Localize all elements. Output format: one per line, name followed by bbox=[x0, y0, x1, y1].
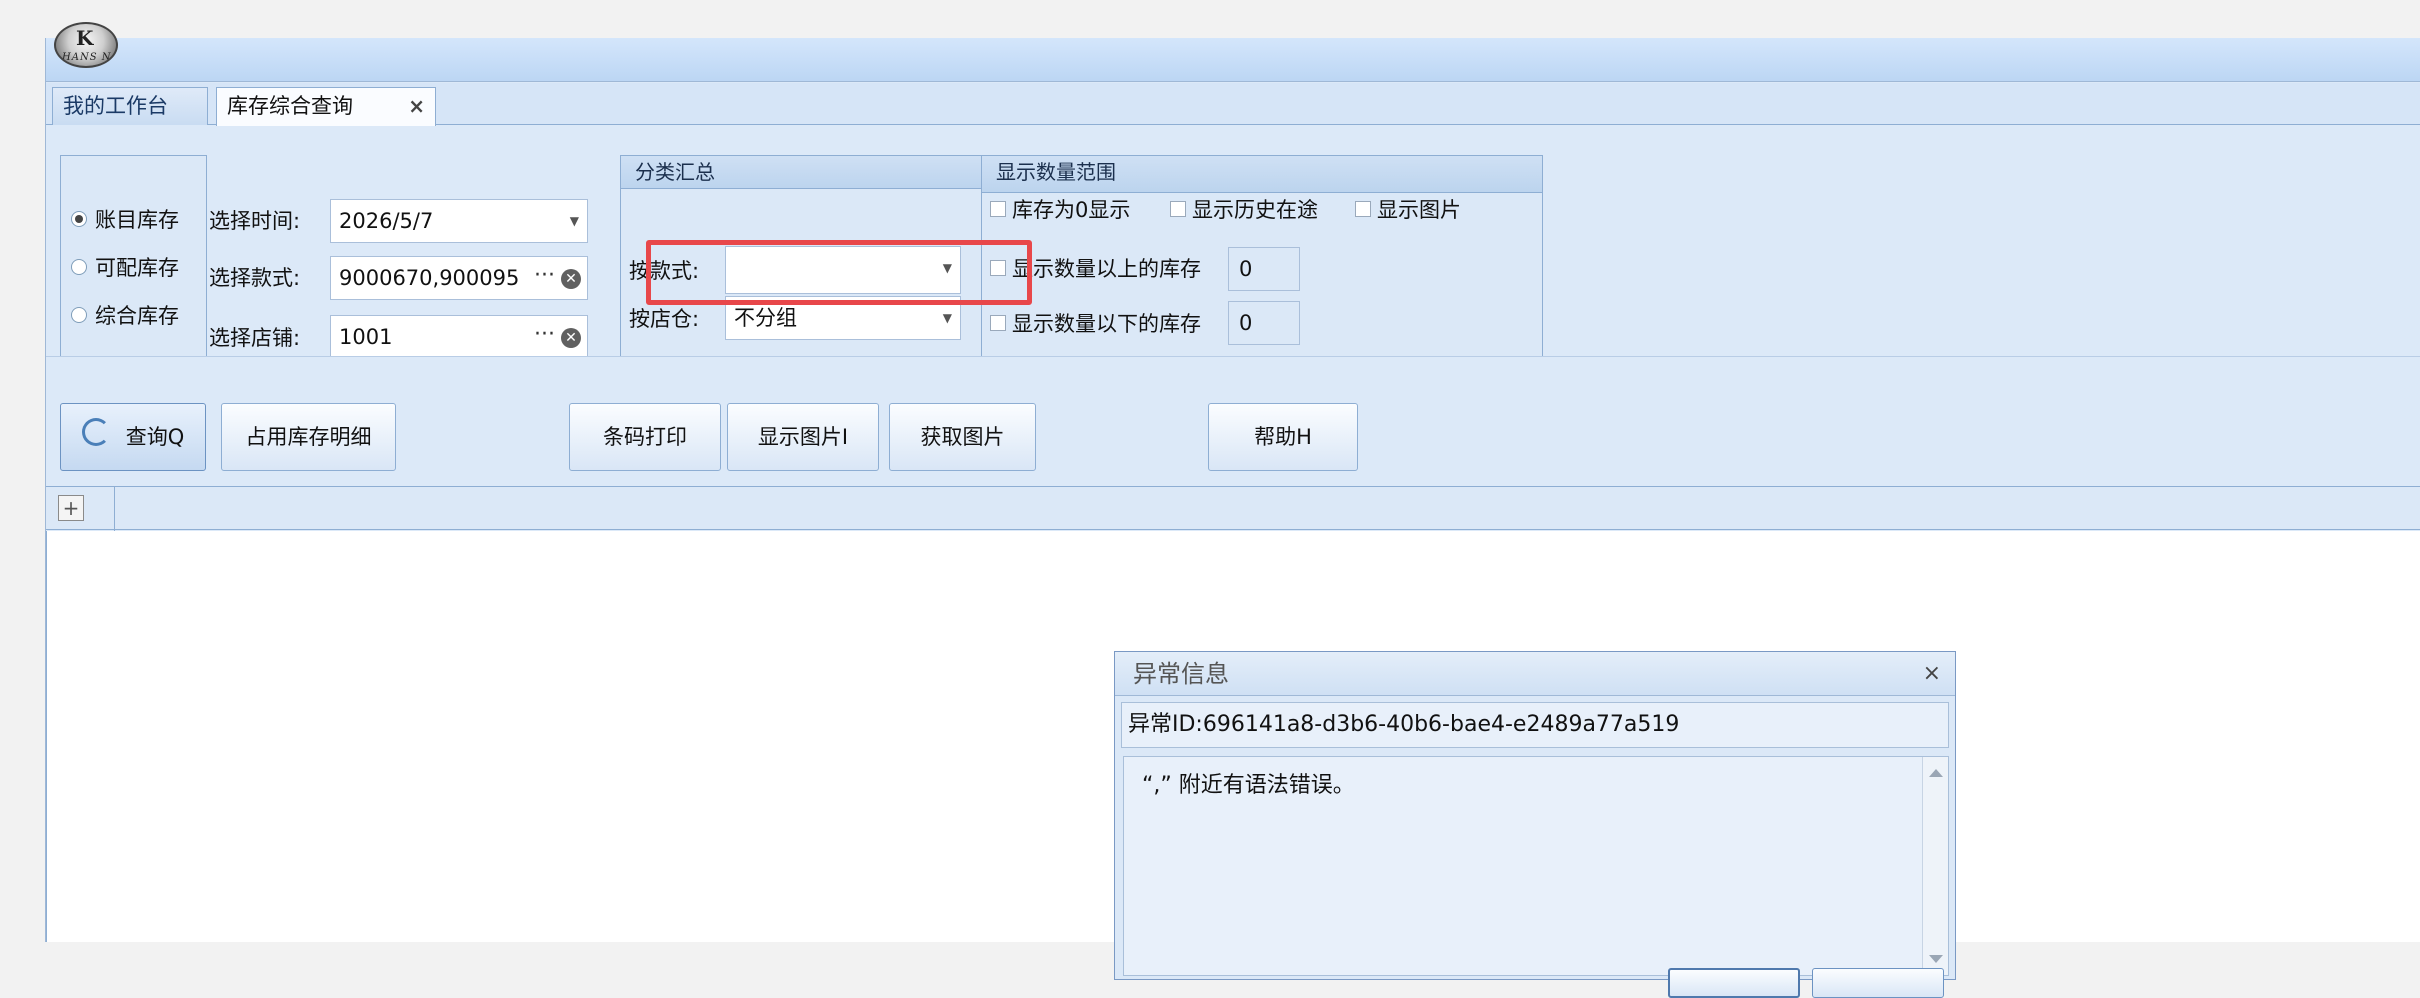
expand-icon[interactable]: + bbox=[58, 495, 84, 521]
query-button[interactable]: 查询Q bbox=[60, 403, 206, 471]
radio-allocatable-stock[interactable]: 可配库存 bbox=[71, 253, 206, 283]
highlight-box bbox=[646, 240, 1032, 305]
below-qty-input[interactable]: 0 bbox=[1228, 301, 1300, 345]
radio-label: 账目库存 bbox=[95, 208, 179, 232]
scrollbar[interactable] bbox=[1922, 757, 1948, 975]
dialog-secondary-button[interactable] bbox=[1812, 968, 1944, 998]
clear-icon[interactable]: ✕ bbox=[561, 269, 581, 289]
style-selector[interactable]: 9000670,900095 ··· ✕ bbox=[330, 256, 588, 300]
date-picker[interactable]: 2026/5/7 ▼ bbox=[330, 199, 588, 243]
clear-icon[interactable]: ✕ bbox=[561, 328, 581, 348]
occupied-detail-button[interactable]: 占用库存明细 bbox=[221, 403, 396, 471]
message-text: “,” 附近有语法错误。 bbox=[1142, 773, 1355, 798]
tab-close-icon[interactable]: × bbox=[408, 88, 425, 124]
app-logo: K HANS N bbox=[54, 22, 118, 68]
radio-label: 综合库存 bbox=[95, 304, 179, 328]
zero-stock-checkbox[interactable]: 库存为0显示 bbox=[990, 197, 1130, 223]
grid-header: + bbox=[46, 486, 2420, 531]
checkbox-icon bbox=[1355, 201, 1371, 217]
tab-label: 库存综合查询 bbox=[227, 94, 353, 118]
ellipsis-icon[interactable]: ··· bbox=[534, 257, 555, 297]
quantity-range-panel: 显示数量范围 库存为0显示 显示历史在途 显示图片 显示数量以上的库存 0 显示… bbox=[981, 155, 1543, 385]
logo-name: HANS N bbox=[62, 52, 112, 63]
group-summary-title: 分类汇总 bbox=[621, 156, 1009, 189]
style-value: 9000670,900095 bbox=[339, 266, 520, 290]
store-value: 1001 bbox=[339, 325, 393, 349]
exception-message: “,” 附近有语法错误。 bbox=[1123, 756, 1949, 976]
checkbox-icon bbox=[990, 201, 1006, 217]
checkbox-label: 显示数量以下的库存 bbox=[1012, 312, 1201, 336]
checkbox-label: 显示数量以上的库存 bbox=[1012, 257, 1201, 281]
get-image-button[interactable]: 获取图片 bbox=[889, 403, 1036, 471]
store-label: 选择店铺: bbox=[209, 326, 301, 350]
checkbox-icon bbox=[990, 315, 1006, 331]
scroll-down-icon[interactable] bbox=[1929, 955, 1943, 963]
by-warehouse-value: 不分组 bbox=[734, 306, 797, 330]
by-warehouse-label: 按店仓: bbox=[629, 307, 700, 331]
radio-combined-stock[interactable]: 综合库存 bbox=[71, 301, 206, 331]
radio-selected-icon bbox=[71, 211, 87, 227]
style-label: 选择款式: bbox=[209, 266, 301, 290]
radio-icon bbox=[71, 307, 87, 323]
below-qty-checkbox[interactable]: 显示数量以下的库存 bbox=[990, 311, 1201, 337]
store-selector[interactable]: 1001 ··· ✕ bbox=[330, 315, 588, 359]
button-label: 查询Q bbox=[125, 425, 185, 449]
radio-ledger-stock[interactable]: 账目库存 bbox=[71, 205, 206, 235]
tab-strip: 我的工作台 库存综合查询 × bbox=[46, 83, 2420, 126]
dialog-ok-button[interactable] bbox=[1668, 968, 1800, 998]
logo-mark: K bbox=[76, 26, 94, 50]
show-image-checkbox[interactable]: 显示图片 bbox=[1355, 197, 1461, 223]
dialog-title: 异常信息 bbox=[1115, 652, 1955, 696]
refresh-icon bbox=[81, 418, 110, 446]
ellipsis-icon[interactable]: ··· bbox=[534, 316, 555, 356]
dropdown-arrow-icon[interactable]: ▼ bbox=[570, 200, 579, 242]
radio-icon bbox=[71, 259, 87, 275]
show-image-button[interactable]: 显示图片I bbox=[727, 403, 879, 471]
quantity-range-title: 显示数量范围 bbox=[982, 156, 1542, 193]
checkbox-label: 库存为0显示 bbox=[1012, 198, 1131, 222]
stock-type-group: 账目库存 可配库存 综合库存 bbox=[60, 155, 207, 365]
date-value: 2026/5/7 bbox=[339, 209, 434, 233]
checkbox-icon bbox=[1170, 201, 1186, 217]
exception-id: 异常ID:696141a8-d3b6-40b6-bae4-e2489a77a51… bbox=[1121, 702, 1949, 748]
tab-inventory-query[interactable]: 库存综合查询 × bbox=[216, 87, 436, 126]
main-window: K HANS N 我的工作台 库存综合查询 × 账目库存 可配库存 综合库存 选择… bbox=[45, 22, 2420, 998]
checkbox-label: 显示历史在途 bbox=[1192, 198, 1318, 222]
grid-column-divider bbox=[114, 487, 115, 531]
toolbar: 查询Q 占用库存明细 条码打印 显示图片I 获取图片 帮助H bbox=[46, 356, 2420, 478]
tab-my-workbench[interactable]: 我的工作台 bbox=[52, 87, 208, 125]
barcode-print-button[interactable]: 条码打印 bbox=[569, 403, 721, 471]
scroll-up-icon[interactable] bbox=[1929, 769, 1943, 777]
exception-dialog: 异常信息 × 异常ID:696141a8-d3b6-40b6-bae4-e248… bbox=[1114, 651, 1956, 998]
checkbox-label: 显示图片 bbox=[1377, 198, 1461, 222]
tab-label: 我的工作台 bbox=[63, 94, 168, 118]
above-qty-input[interactable]: 0 bbox=[1228, 247, 1300, 291]
time-label: 选择时间: bbox=[209, 209, 301, 233]
radio-label: 可配库存 bbox=[95, 256, 179, 280]
title-bar: K HANS N bbox=[46, 22, 2420, 82]
history-transit-checkbox[interactable]: 显示历史在途 bbox=[1170, 197, 1318, 223]
help-button[interactable]: 帮助H bbox=[1208, 403, 1358, 471]
close-icon[interactable]: × bbox=[1923, 652, 1941, 696]
